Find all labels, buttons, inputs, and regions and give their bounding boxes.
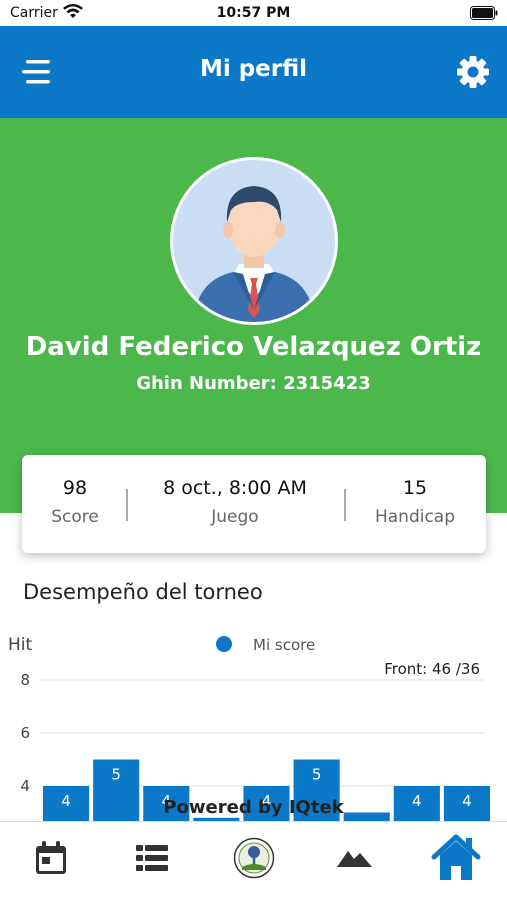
performance-chart: Hit Mi score Front: 46 /36 468 45445344 [8,635,490,822]
profile-hero: David Federico Velazquez Ortiz Ghin Numb… [0,118,507,513]
y-tick-label: 4 [20,777,30,795]
avatar [170,157,338,325]
bar-value-label: 5 [312,766,322,784]
bar-value-label: 5 [111,766,121,784]
stat-handicap: 15 Handicap [358,477,472,527]
stat-divider [126,489,128,521]
tab-home[interactable] [430,832,482,884]
tab-bar [0,821,507,900]
stats-card: 98 Score 8 oct., 8:00 AM Juego 15 Handic… [22,455,486,553]
tab-mountain[interactable] [333,836,377,880]
stat-score: 98 Score [36,477,114,527]
settings-button[interactable] [455,54,491,90]
mountain-icon [337,851,372,867]
powered-by: Powered by IQtek [163,797,344,818]
page-title: Mi perfil [199,56,308,82]
chart-annotation: Front: 46 /36 [384,660,480,678]
stat-label: Handicap [374,507,456,527]
profile-name: David Federico Velazquez Ortiz [25,332,482,362]
stat-value: 8 oct., 8:00 AM [163,477,307,499]
legend-marker [216,636,232,652]
calendar-icon [36,841,66,874]
stat-label: Juego [211,507,259,527]
tab-club[interactable] [232,836,276,880]
tab-calendar[interactable] [29,836,73,880]
gear-icon [457,56,489,88]
clock: 10:57 PM [216,5,291,21]
legend-label: Mi score [253,636,315,654]
avatar-image [173,160,335,322]
ghin-number: Ghin Number: 2315423 [136,373,371,394]
battery-icon [470,6,498,20]
home-icon [431,834,481,880]
y-axis-label: Hit [8,635,33,655]
stat-value: 98 [62,477,88,499]
app-header: Mi perfil [0,26,507,118]
stat-game: 8 oct., 8:00 AM Juego [140,477,330,527]
y-tick-label: 8 [20,671,30,689]
chart-title: Desempeño del torneo [23,580,263,604]
tab-list[interactable] [130,836,174,880]
stat-divider [344,489,346,521]
stat-value: 15 [402,477,428,499]
club-logo-icon [233,837,275,879]
y-tick-label: 6 [20,724,30,742]
stat-label: Score [51,507,99,527]
list-icon [136,845,168,871]
status-bar: Carrier 10:57 PM [0,0,507,26]
